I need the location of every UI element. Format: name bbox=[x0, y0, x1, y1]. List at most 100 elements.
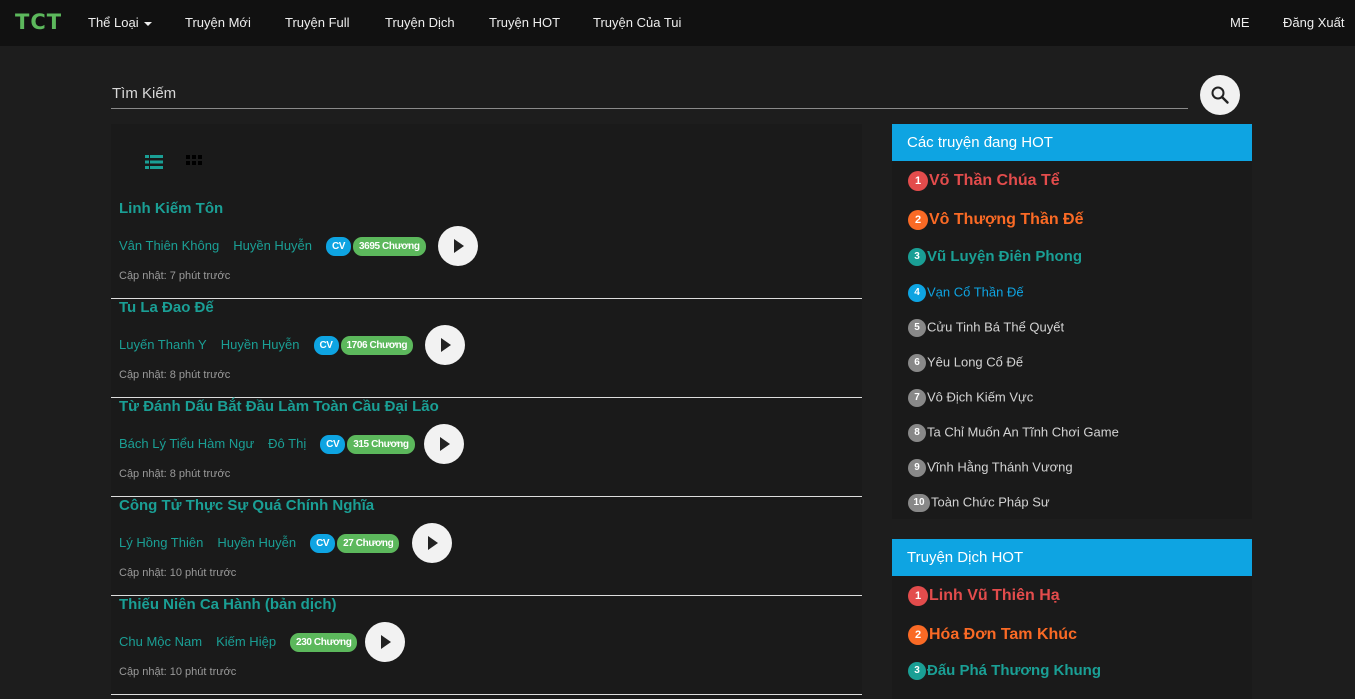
hot-translated-item[interactable]: 3 Đấu Phá Thương Khung bbox=[908, 662, 1102, 681]
hot-translated-item[interactable]: 1 Linh Vũ Thiên Hạ bbox=[908, 586, 1060, 606]
hot-translated-heading: Truyện Dịch HOT bbox=[892, 539, 1252, 576]
chapter-count-badge: 27 Chương bbox=[337, 534, 400, 553]
story-genre[interactable]: Huyền Huyễn bbox=[221, 337, 300, 352]
story-row: Thiếu Niên Ca Hành (bản dịch) Chu Mộc Na… bbox=[111, 596, 862, 695]
hot-story-item[interactable]: 7 Vô Địch Kiếm Vực bbox=[908, 389, 1033, 407]
story-genre[interactable]: Huyền Huyễn bbox=[217, 535, 296, 550]
story-genre[interactable]: Kiếm Hiệp bbox=[216, 634, 276, 649]
story-genre[interactable]: Huyền Huyễn bbox=[233, 238, 312, 253]
hot-story-title: Ta Chỉ Muốn An Tĩnh Chơi Game bbox=[927, 424, 1119, 440]
chapter-count-badge: 3695 Chương bbox=[353, 237, 426, 256]
nav-translated-stories[interactable]: Truyện Dịch bbox=[385, 15, 455, 30]
hot-stories-panel: Các truyện đang HOT 1 Võ Thần Chúa Tể 2 Vô… bbox=[892, 124, 1252, 519]
cv-badge: CV bbox=[320, 435, 346, 454]
nav-new-stories[interactable]: Truyện Mới bbox=[185, 15, 251, 30]
hot-story-title: Yêu Long Cổ Đế bbox=[927, 354, 1024, 370]
hot-translated-item[interactable]: 2 Hóa Đơn Tam Khúc bbox=[908, 625, 1077, 645]
search-button[interactable] bbox=[1200, 75, 1240, 115]
rank-number: 10 bbox=[908, 494, 930, 512]
story-meta: Chu Mộc Nam Kiếm Hiệp 230 Chương bbox=[119, 633, 359, 652]
story-updated-time: Cập nhật: 10 phút trước bbox=[119, 567, 237, 579]
story-author[interactable]: Chu Mộc Nam bbox=[119, 634, 202, 649]
story-updated-time: Cập nhật: 8 phút trước bbox=[119, 468, 231, 480]
story-author[interactable]: Lý Hồng Thiên bbox=[119, 535, 203, 550]
story-updated-time: Cập nhật: 7 phút trước bbox=[119, 270, 231, 282]
rank-number: 3 bbox=[908, 662, 926, 681]
hot-story-title: Vô Thượng Thần Đế bbox=[929, 211, 1084, 229]
rank-number: 2 bbox=[908, 625, 928, 645]
hot-story-title: Vĩnh Hằng Thánh Vương bbox=[927, 459, 1073, 475]
story-meta: Lý Hồng Thiên Huyền Huyễn CV 27 Chương bbox=[119, 534, 401, 553]
story-title[interactable]: Linh Kiếm Tôn bbox=[119, 200, 223, 217]
rank-number: 8 bbox=[908, 424, 926, 442]
hot-translated-title: Đấu Phá Thương Khung bbox=[927, 662, 1102, 679]
story-updated-time: Cập nhật: 8 phút trước bbox=[119, 369, 231, 381]
cv-badge: CV bbox=[310, 534, 336, 553]
nav-genres-label: Thể Loại bbox=[88, 15, 139, 30]
chapter-count-badge: 1706 Chương bbox=[340, 336, 414, 355]
hot-story-item[interactable]: 6 Yêu Long Cổ Đế bbox=[908, 354, 1023, 372]
hot-stories-heading: Các truyện đang HOT bbox=[892, 124, 1252, 161]
hot-story-title: Toàn Chức Pháp Sư bbox=[931, 494, 1050, 510]
hot-story-item[interactable]: 5 Cửu Tinh Bá Thể Quyết bbox=[908, 319, 1064, 337]
story-row: Từ Đánh Dấu Bắt Đầu Làm Toàn Cầu Đại Lão… bbox=[111, 398, 862, 497]
nav-hot-stories[interactable]: Truyện HOT bbox=[489, 15, 560, 30]
rank-number: 4 bbox=[908, 284, 926, 302]
rank-number: 9 bbox=[908, 459, 926, 477]
story-title[interactable]: Thiếu Niên Ca Hành (bản dịch) bbox=[119, 596, 337, 613]
rank-number: 2 bbox=[908, 210, 928, 230]
search-input[interactable] bbox=[111, 78, 1188, 109]
hot-translated-title: Hóa Đơn Tam Khúc bbox=[929, 626, 1077, 644]
caret-down-icon bbox=[143, 21, 152, 26]
rank-number: 1 bbox=[908, 171, 928, 191]
hot-story-item[interactable]: 10 Toàn Chức Pháp Sư bbox=[908, 494, 1050, 512]
story-author[interactable]: Bách Lý Tiểu Hàm Ngư bbox=[119, 436, 254, 451]
chapter-count-badge: 315 Chương bbox=[347, 435, 415, 454]
nav-me[interactable]: ME bbox=[1230, 15, 1250, 30]
play-button[interactable] bbox=[438, 226, 478, 266]
rank-number: 5 bbox=[908, 319, 926, 337]
hot-story-item[interactable]: 2 Vô Thượng Thần Đế bbox=[908, 210, 1084, 230]
hot-story-title: Vô Địch Kiếm Vực bbox=[927, 389, 1034, 405]
chapter-count-badge: 230 Chương bbox=[290, 633, 358, 652]
play-button[interactable] bbox=[424, 424, 464, 464]
rank-number: 6 bbox=[908, 354, 926, 372]
play-button[interactable] bbox=[365, 622, 405, 662]
hot-story-title: Cửu Tinh Bá Thể Quyết bbox=[927, 319, 1065, 335]
story-meta: Luyến Thanh Y Huyền Huyễn CV 1706 Chương bbox=[119, 336, 415, 355]
hot-translated-title: Linh Vũ Thiên Hạ bbox=[929, 587, 1060, 605]
site-logo[interactable]: TCT bbox=[15, 10, 62, 34]
cv-badge: CV bbox=[313, 336, 339, 355]
nav-full-stories[interactable]: Truyện Full bbox=[285, 15, 350, 30]
nav-genres-dropdown[interactable]: Thể Loại bbox=[88, 15, 152, 30]
story-row: Công Tử Thực Sự Quá Chính Nghĩa Lý Hồng … bbox=[111, 497, 862, 596]
hot-story-item[interactable]: 3 Vũ Luyện Điên Phong bbox=[908, 248, 1083, 267]
rank-number: 1 bbox=[908, 586, 928, 606]
cv-badge: CV bbox=[326, 237, 352, 256]
story-title[interactable]: Tu La Đao Đế bbox=[119, 299, 214, 316]
story-row: Tu La Đao Đế Luyến Thanh Y Huyền Huyễn CV 1… bbox=[111, 299, 862, 398]
hot-story-item[interactable]: 8 Ta Chỉ Muốn An Tĩnh Chơi Game bbox=[908, 424, 1119, 442]
story-meta: Vân Thiên Không Huyền Huyễn CV 3695 Chương bbox=[119, 237, 428, 256]
nav-my-stories[interactable]: Truyện Của Tui bbox=[593, 15, 681, 30]
hot-story-item[interactable]: 1 Võ Thần Chúa Tể bbox=[908, 171, 1060, 191]
story-genre[interactable]: Đô Thị bbox=[268, 436, 306, 451]
story-author[interactable]: Vân Thiên Không bbox=[119, 238, 219, 253]
list-view-icon[interactable] bbox=[145, 154, 163, 170]
hot-story-item[interactable]: 4 Vạn Cổ Thần Đế bbox=[908, 284, 1024, 302]
play-button[interactable] bbox=[425, 325, 465, 365]
hot-story-item[interactable]: 9 Vĩnh Hằng Thánh Vương bbox=[908, 459, 1073, 477]
story-title[interactable]: Công Tử Thực Sự Quá Chính Nghĩa bbox=[119, 497, 374, 514]
nav-logout[interactable]: Đăng Xuất bbox=[1283, 15, 1344, 30]
hot-story-title: Võ Thần Chúa Tể bbox=[929, 172, 1060, 190]
grid-view-icon[interactable] bbox=[185, 154, 203, 170]
hot-story-title: Vũ Luyện Điên Phong bbox=[927, 248, 1083, 265]
hot-story-title: Vạn Cổ Thần Đế bbox=[927, 284, 1024, 300]
hot-translated-panel: Truyện Dịch HOT 1 Linh Vũ Thiên Hạ 2 Hóa Đ… bbox=[892, 539, 1252, 699]
story-meta: Bách Lý Tiểu Hàm Ngư Đô Thị CV 315 Chương bbox=[119, 435, 417, 454]
story-author[interactable]: Luyến Thanh Y bbox=[119, 337, 207, 352]
story-row: Linh Kiếm Tôn Vân Thiên Không Huyền Huyễn… bbox=[111, 200, 862, 299]
story-title[interactable]: Từ Đánh Dấu Bắt Đầu Làm Toàn Cầu Đại Lão bbox=[119, 398, 439, 415]
play-button[interactable] bbox=[412, 523, 452, 563]
rank-number: 3 bbox=[908, 248, 926, 267]
